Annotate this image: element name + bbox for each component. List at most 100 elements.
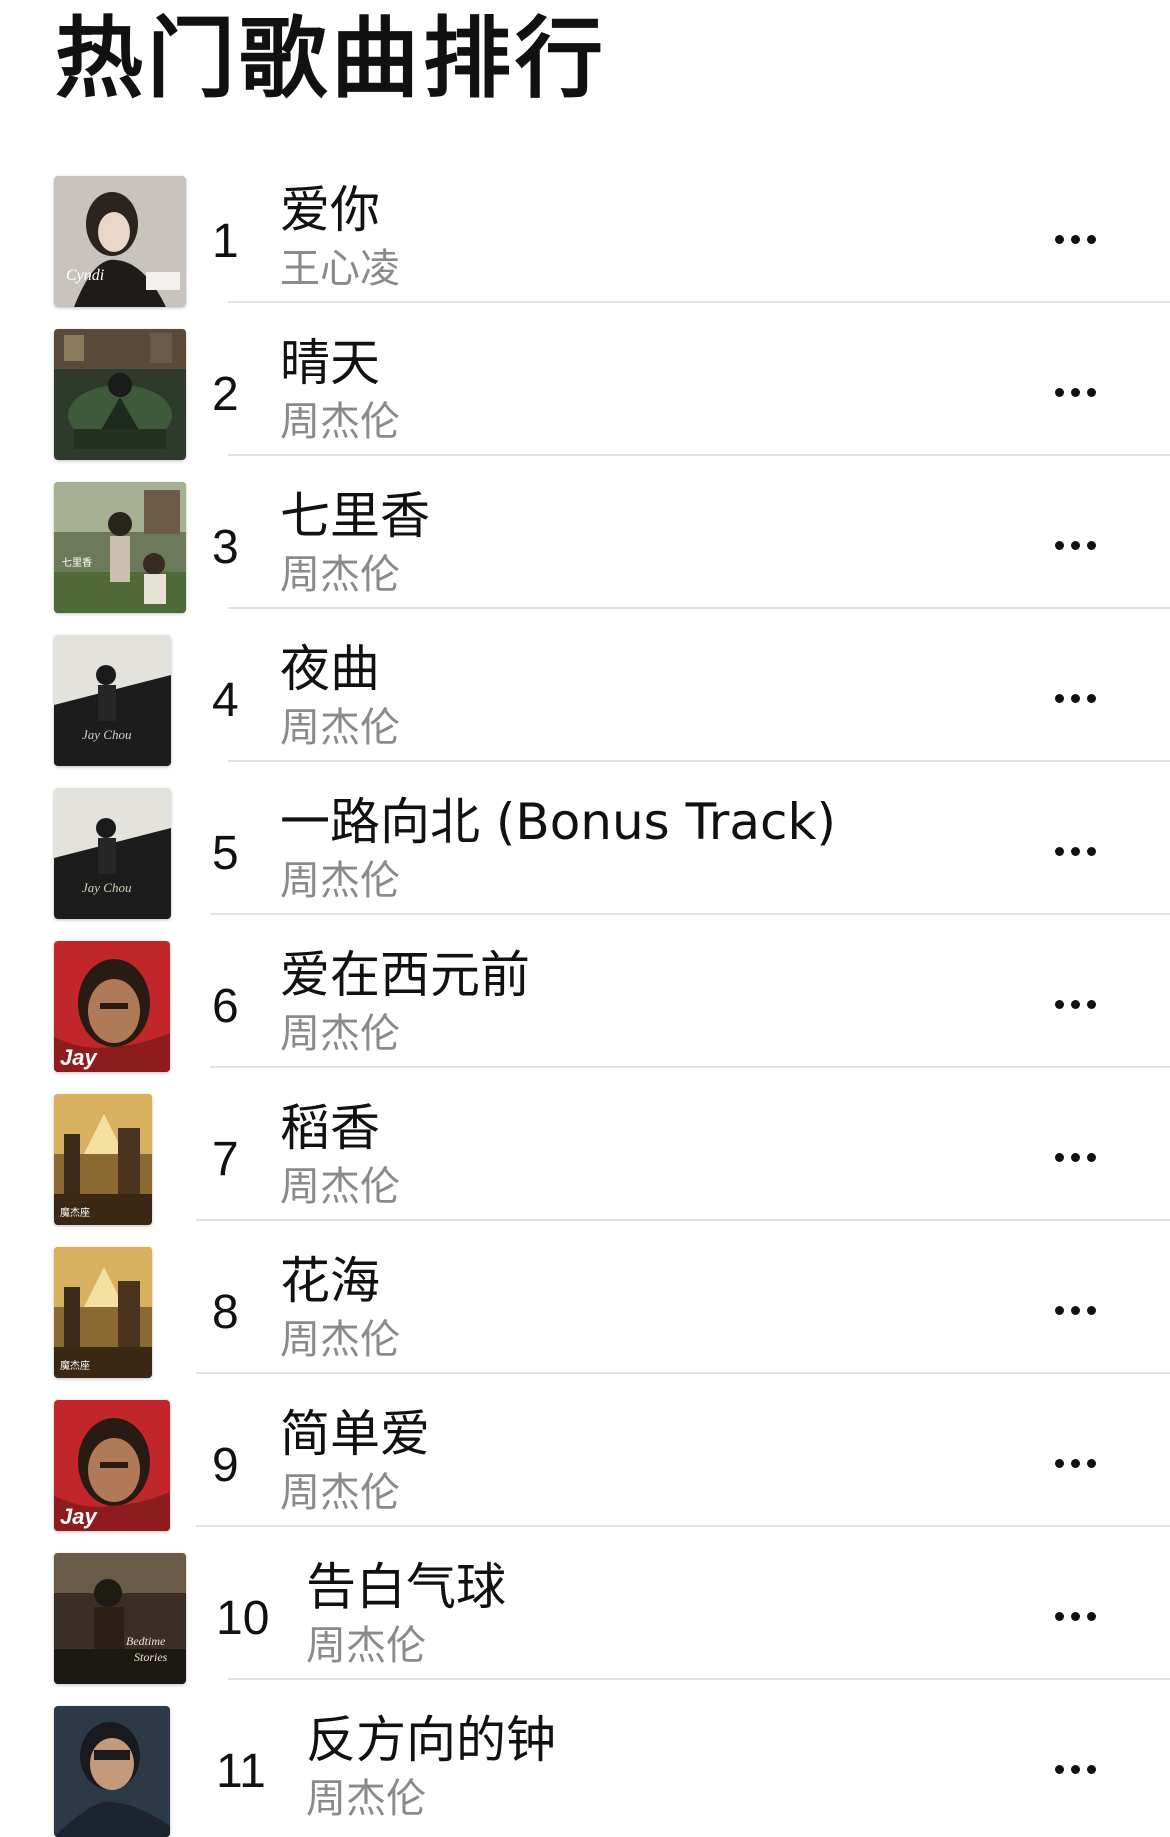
svg-text:Jay: Jay	[60, 1045, 98, 1070]
more-options-button[interactable]	[1040, 1132, 1110, 1182]
more-horizontal-icon	[1054, 846, 1064, 856]
more-horizontal-icon	[1054, 693, 1064, 703]
song-info: 稻香 周杰伦	[280, 1098, 400, 1212]
more-horizontal-icon	[1054, 387, 1064, 397]
song-artist: 周杰伦	[306, 1776, 426, 1822]
more-horizontal-icon	[1054, 540, 1064, 550]
song-artist: 周杰伦	[280, 705, 400, 751]
more-horizontal-icon	[1054, 1458, 1064, 1468]
song-row-4[interactable]: Jay Chou 4 夜曲 周杰伦	[0, 609, 1170, 766]
svg-text:Bedtime: Bedtime	[126, 1634, 166, 1648]
song-title: 晴天	[280, 334, 380, 392]
song-title: 爱你	[280, 181, 380, 239]
song-rank: 3	[212, 521, 239, 574]
song-row-1[interactable]: Cyndi 1 爱你 王心凌	[0, 150, 1170, 307]
svg-text:Jay: Jay	[60, 1504, 98, 1529]
song-row-7[interactable]: 魔杰座 7 稻香 周杰伦	[0, 1068, 1170, 1225]
song-info: 反方向的钟 周杰伦	[306, 1710, 556, 1824]
more-horizontal-icon	[1054, 1611, 1064, 1621]
song-artist: 周杰伦	[280, 858, 400, 904]
page-title: 热门歌曲排行	[55, 7, 608, 110]
album-cover-icon: Jay Chou	[54, 635, 171, 766]
svg-text:魔杰座: 魔杰座	[60, 1206, 90, 1219]
song-title: 一路向北 (Bonus Track)	[280, 793, 836, 851]
svg-text:Cyndi: Cyndi	[66, 267, 104, 284]
svg-text:七里香: 七里香	[62, 557, 92, 569]
more-options-button[interactable]	[1040, 520, 1110, 570]
song-info: 花海 周杰伦	[280, 1251, 400, 1365]
more-options-button[interactable]	[1040, 1744, 1110, 1794]
song-info: 一路向北 (Bonus Track) 周杰伦	[280, 792, 836, 906]
more-horizontal-icon	[1054, 1305, 1064, 1315]
album-cover-icon: 魔杰座	[54, 1094, 152, 1225]
song-title: 爱在西元前	[280, 946, 530, 1004]
song-rank: 5	[212, 827, 239, 880]
album-cover-icon: 七里香	[54, 482, 186, 613]
song-rank: 11	[216, 1745, 266, 1798]
album-cover-icon	[54, 329, 186, 460]
song-rank: 1	[212, 215, 239, 268]
song-info: 告白气球 周杰伦	[306, 1557, 506, 1671]
album-cover-icon: Jay	[54, 941, 170, 1072]
song-title: 夜曲	[280, 640, 380, 698]
song-artist: 周杰伦	[280, 1164, 400, 1210]
song-row-3[interactable]: 七里香 3 七里香 周杰伦	[0, 456, 1170, 613]
album-cover-icon: Bedtime Stories	[54, 1553, 186, 1684]
song-title: 七里香	[280, 487, 430, 545]
song-info: 夜曲 周杰伦	[280, 639, 400, 753]
more-options-button[interactable]	[1040, 979, 1110, 1029]
album-cover-icon	[54, 1706, 170, 1837]
more-options-button[interactable]	[1040, 367, 1110, 417]
song-info: 晴天 周杰伦	[280, 333, 400, 447]
more-options-button[interactable]	[1040, 826, 1110, 876]
song-rank: 9	[212, 1439, 239, 1492]
song-rank: 2	[212, 368, 239, 421]
song-artist: 周杰伦	[280, 1317, 400, 1363]
song-artist: 周杰伦	[280, 1011, 400, 1057]
song-title: 告白气球	[306, 1558, 506, 1616]
more-options-button[interactable]	[1040, 1591, 1110, 1641]
album-cover-icon: Jay	[54, 1400, 170, 1531]
more-horizontal-icon	[1054, 234, 1064, 244]
svg-text:Jay Chou: Jay Chou	[82, 880, 132, 895]
song-list: Cyndi 1 爱你 王心凌 2 晴天 周杰伦 七里香 3 七里香 周杰伦 Ja…	[0, 150, 1170, 1837]
song-info: 爱在西元前 周杰伦	[280, 945, 530, 1059]
song-title: 简单爱	[280, 1405, 430, 1463]
song-artist: 周杰伦	[280, 399, 400, 445]
song-rank: 10	[216, 1592, 270, 1645]
album-cover-icon: Cyndi	[54, 176, 186, 307]
song-title: 稻香	[280, 1099, 380, 1157]
song-title: 反方向的钟	[306, 1711, 556, 1769]
song-artist: 周杰伦	[280, 1470, 400, 1516]
song-info: 七里香 周杰伦	[280, 486, 430, 600]
song-row-10[interactable]: Bedtime Stories 10 告白气球 周杰伦	[0, 1527, 1170, 1684]
more-options-button[interactable]	[1040, 214, 1110, 264]
song-row-2[interactable]: 2 晴天 周杰伦	[0, 303, 1170, 460]
album-cover-icon: 魔杰座	[54, 1247, 152, 1378]
song-title: 花海	[280, 1252, 380, 1310]
more-horizontal-icon	[1054, 1764, 1064, 1774]
song-row-8[interactable]: 魔杰座 8 花海 周杰伦	[0, 1221, 1170, 1378]
song-artist: 周杰伦	[280, 552, 400, 598]
more-horizontal-icon	[1054, 999, 1064, 1009]
song-rank: 8	[212, 1286, 239, 1339]
song-rank: 6	[212, 980, 239, 1033]
song-rank: 4	[212, 674, 239, 727]
song-info: 爱你 王心凌	[280, 180, 400, 294]
song-row-9[interactable]: Jay 9 简单爱 周杰伦	[0, 1374, 1170, 1531]
album-cover-icon: Jay Chou	[54, 788, 171, 919]
svg-text:Jay Chou: Jay Chou	[82, 727, 132, 742]
svg-text:魔杰座: 魔杰座	[60, 1359, 90, 1372]
song-rank: 7	[212, 1133, 239, 1186]
more-options-button[interactable]	[1040, 1438, 1110, 1488]
song-artist: 王心凌	[280, 246, 400, 292]
song-row-6[interactable]: Jay 6 爱在西元前 周杰伦	[0, 915, 1170, 1072]
svg-text:Stories: Stories	[134, 1650, 168, 1664]
song-artist: 周杰伦	[306, 1623, 426, 1669]
song-row-5[interactable]: Jay Chou 5 一路向北 (Bonus Track) 周杰伦	[0, 762, 1170, 919]
more-horizontal-icon	[1054, 1152, 1064, 1162]
song-row-11[interactable]: 11 反方向的钟 周杰伦	[0, 1680, 1170, 1837]
song-info: 简单爱 周杰伦	[280, 1404, 430, 1518]
more-options-button[interactable]	[1040, 673, 1110, 723]
more-options-button[interactable]	[1040, 1285, 1110, 1335]
